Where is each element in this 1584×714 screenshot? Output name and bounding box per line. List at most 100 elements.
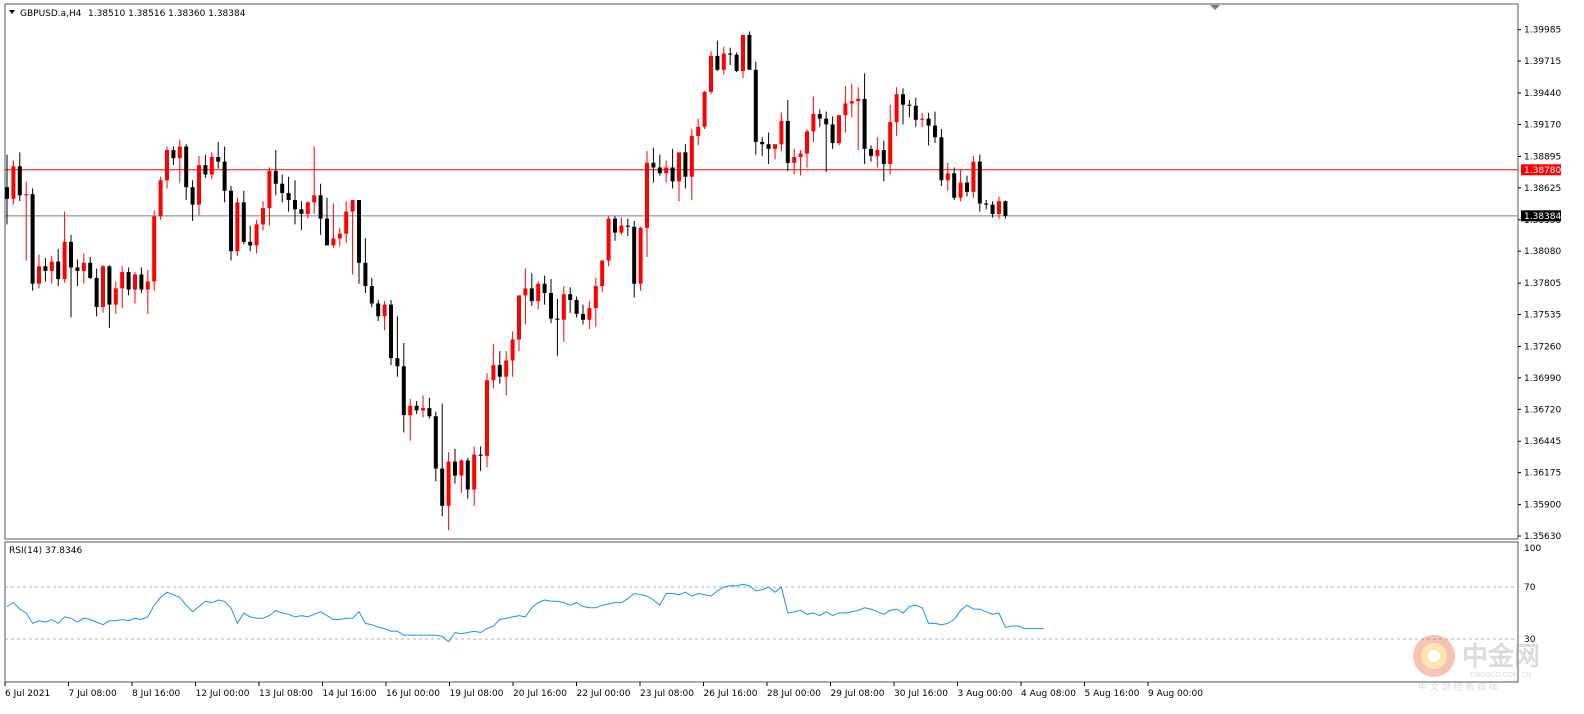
candle-body bbox=[465, 460, 470, 490]
candle-body bbox=[645, 162, 649, 228]
candle-body bbox=[337, 233, 342, 239]
candle-body bbox=[709, 55, 713, 92]
candle-body bbox=[69, 241, 73, 268]
candle-body bbox=[235, 202, 240, 252]
candle-body bbox=[990, 204, 995, 214]
candle-body bbox=[805, 131, 809, 154]
candle-body bbox=[133, 274, 137, 290]
time-tick-label: 4 Aug 08:00 bbox=[1021, 689, 1076, 699]
candle-body bbox=[241, 202, 246, 242]
candle-body bbox=[613, 218, 617, 233]
candle-body bbox=[369, 286, 374, 304]
candle-body bbox=[593, 286, 598, 309]
candle-body bbox=[62, 241, 67, 280]
candle-body bbox=[657, 167, 662, 174]
candle-body bbox=[907, 104, 912, 106]
price-tick-label: 1.37535 bbox=[1524, 311, 1561, 321]
candle-body bbox=[830, 124, 835, 144]
candle-body bbox=[286, 193, 291, 201]
candle-body bbox=[433, 416, 438, 469]
candle-body bbox=[574, 299, 579, 314]
candle-body bbox=[811, 113, 816, 132]
candle-body bbox=[229, 190, 233, 252]
time-tick-label: 19 Jul 08:00 bbox=[450, 689, 504, 699]
candle-body bbox=[581, 313, 585, 320]
time-tick-label: 22 Jul 00:00 bbox=[577, 689, 631, 699]
rsi-panel[interactable] bbox=[4, 541, 1519, 683]
price-tick-label: 1.36720 bbox=[1524, 405, 1561, 415]
price-tick-label: 1.38895 bbox=[1524, 152, 1561, 162]
candle-body bbox=[888, 122, 893, 164]
candle-body bbox=[677, 152, 681, 182]
chart-canvas[interactable]: GBPUSD.a,H4 1.38510 1.38516 1.38360 1.38… bbox=[0, 0, 1584, 710]
candle-body bbox=[344, 211, 349, 234]
candle-body bbox=[619, 225, 624, 233]
candle-body bbox=[536, 283, 541, 302]
candle-body bbox=[197, 165, 201, 205]
candle-body bbox=[651, 162, 656, 168]
price-tick-label: 1.39170 bbox=[1524, 120, 1561, 130]
price-tick-label: 1.37805 bbox=[1524, 279, 1561, 289]
time-tick-label: 8 Jul 16:00 bbox=[132, 689, 181, 699]
candle-body bbox=[997, 201, 1001, 214]
candle-body bbox=[721, 53, 726, 70]
candle-body bbox=[318, 195, 323, 219]
candle-body bbox=[1003, 201, 1008, 216]
candle-body bbox=[145, 281, 150, 290]
horizontal-line-price: 1.38780 bbox=[1524, 166, 1561, 176]
candle-body bbox=[81, 262, 86, 271]
candle-body bbox=[209, 156, 214, 175]
candle-body bbox=[453, 461, 457, 476]
price-panel[interactable] bbox=[4, 3, 1519, 540]
time-tick-label: 7 Jul 08:00 bbox=[69, 689, 118, 699]
candle-body bbox=[625, 225, 630, 227]
candle-body bbox=[216, 156, 221, 162]
candle-body bbox=[421, 408, 425, 411]
candle-body bbox=[472, 454, 477, 490]
candle-body bbox=[568, 294, 573, 300]
candle-body bbox=[389, 304, 393, 359]
current-price: 1.38384 bbox=[1524, 212, 1561, 222]
time-tick-label: 5 Aug 16:00 bbox=[1085, 689, 1140, 699]
candle-body bbox=[901, 94, 905, 105]
time-tick-label: 13 Jul 08:00 bbox=[259, 689, 313, 699]
rsi-tick-label: 100 bbox=[1524, 544, 1541, 554]
candle-body bbox=[184, 146, 189, 188]
candle-body bbox=[517, 295, 521, 340]
candle-body bbox=[638, 227, 643, 284]
time-tick-label: 12 Jul 00:00 bbox=[196, 689, 250, 699]
candle-body bbox=[478, 454, 483, 456]
candle-body bbox=[741, 34, 745, 71]
time-tick-label: 9 Aug 00:00 bbox=[1148, 689, 1203, 699]
candle-body bbox=[529, 288, 534, 302]
time-tick-label: 26 Jul 16:00 bbox=[704, 689, 758, 699]
candle-body bbox=[837, 115, 841, 144]
candle-body bbox=[49, 261, 54, 271]
price-axis: 1.39985 1.39715 1.39440 1.39170 1.38895 1.386… bbox=[1518, 26, 1561, 542]
candle-body bbox=[408, 405, 413, 416]
chart-window[interactable]: GBPUSD.a,H4 1.38510 1.38516 1.38360 1.38… bbox=[0, 0, 1584, 710]
price-tick-label: 1.38080 bbox=[1524, 247, 1561, 257]
candle-body bbox=[728, 53, 733, 55]
candle-body bbox=[715, 55, 720, 70]
time-tick-label: 23 Jul 08:00 bbox=[640, 689, 694, 699]
candle-body bbox=[856, 98, 861, 102]
candle-body bbox=[785, 120, 790, 163]
candle-body bbox=[702, 91, 707, 127]
time-tick-label: 28 Jul 00:00 bbox=[767, 689, 821, 699]
candle-body bbox=[459, 460, 464, 476]
candle-body bbox=[203, 165, 208, 175]
ohlc-header: 1.38510 1.38516 1.38360 1.38384 bbox=[88, 9, 246, 19]
candle-body bbox=[753, 69, 758, 142]
candle-body bbox=[926, 118, 931, 126]
candle-body bbox=[331, 238, 336, 246]
rsi-tick-label: 70 bbox=[1524, 583, 1536, 593]
time-tick-label: 16 Jul 00:00 bbox=[386, 689, 440, 699]
candle-body bbox=[299, 209, 304, 214]
candle-body bbox=[952, 173, 957, 198]
candle-body bbox=[273, 170, 278, 184]
candle-body bbox=[696, 126, 701, 137]
candle-body bbox=[293, 200, 297, 210]
candle-body bbox=[977, 161, 982, 204]
candle-body bbox=[933, 125, 937, 138]
